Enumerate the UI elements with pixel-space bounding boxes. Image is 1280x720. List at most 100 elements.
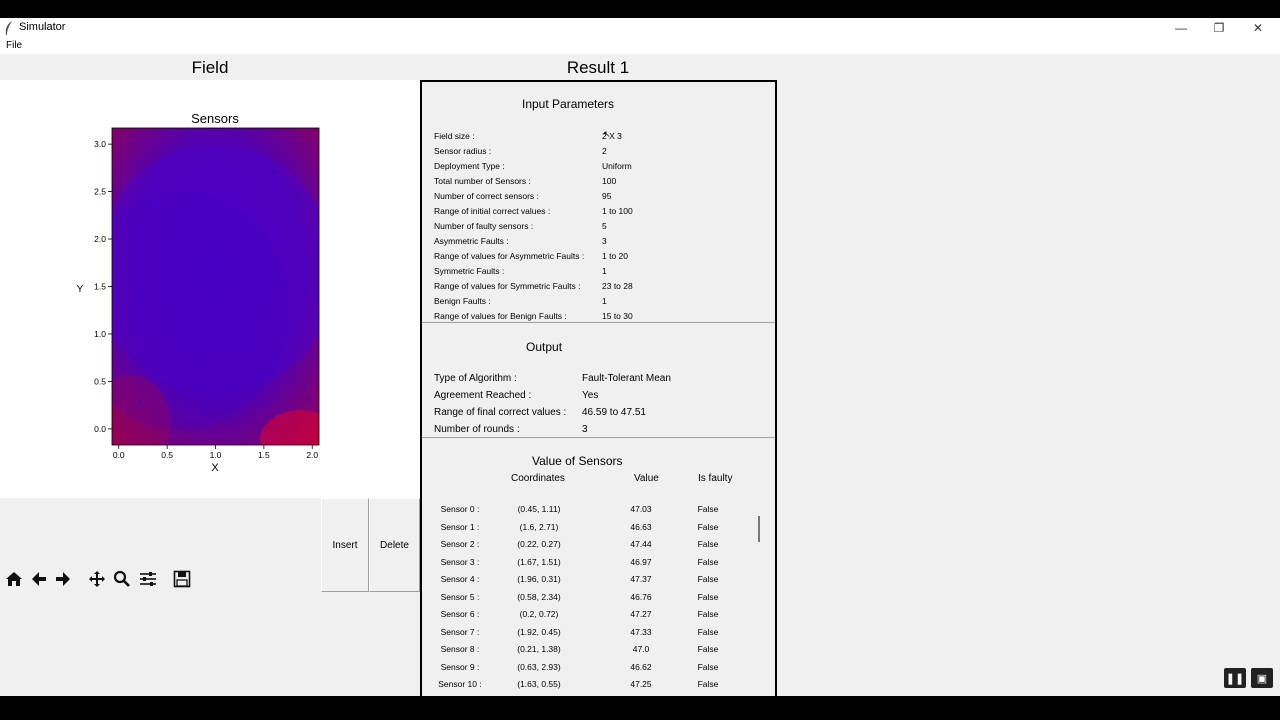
screen-top-bar <box>0 0 1280 18</box>
param-label: Field size : <box>434 131 475 141</box>
screen-bottom-bar <box>0 696 1280 720</box>
sensor-point <box>272 170 276 174</box>
save-icon[interactable] <box>171 568 193 590</box>
feather-icon <box>5 21 12 35</box>
sensor-point <box>138 401 142 405</box>
y-tick-label: 0.0 <box>94 424 106 434</box>
param-label: Benign Faults : <box>434 296 491 306</box>
param-label: Number of correct sensors : <box>434 191 539 201</box>
param-label: Deployment Type : <box>434 161 505 171</box>
field-plot-area: Sensors 0.0 0.5 1.0 1.5 2.0 0.0 0.5 1.0 1.5 2.0 2… <box>0 80 420 498</box>
sensors-plot[interactable]: Sensors 0.0 0.5 1.0 1.5 2.0 0.0 0.5 1.0 1.5 2.0 2… <box>0 80 420 498</box>
sensor-coordinates: (1.63, 0.55) <box>517 679 561 689</box>
output-label: Type of Algorithm : <box>434 373 517 384</box>
sensor-name: Sensor 6 : <box>440 609 480 619</box>
output-value: 3 <box>582 424 588 435</box>
sensor-coordinates: (1.92, 0.45) <box>517 626 561 637</box>
sensor-point <box>160 322 164 326</box>
coverage-region <box>112 190 290 430</box>
sensor-faulty: False <box>697 661 719 672</box>
divider <box>422 437 775 438</box>
field-title: Field <box>191 58 229 77</box>
result-panel: Input Parameters Field size :2 X 3 Sensor… <box>420 80 777 696</box>
sensor-faulty: False <box>697 556 719 567</box>
pan-icon[interactable] <box>86 568 108 590</box>
y-tick-label: 1.0 <box>94 329 106 339</box>
close-button[interactable]: ✕ <box>1240 18 1276 38</box>
sensor-name: Sensor 8 : <box>440 644 480 654</box>
param-value: 1 to 20 <box>602 251 628 261</box>
sensor-name: Sensor 10 : <box>438 679 482 689</box>
result-title: Result 1 <box>566 58 630 77</box>
insert-button[interactable]: Insert <box>321 498 369 592</box>
param-label: Number of faulty sensors : <box>434 221 534 231</box>
sensor-point <box>278 284 282 288</box>
sensor-faulty: False <box>697 644 719 654</box>
output-value: Yes <box>582 390 599 401</box>
param-label: Symmetric Faults : <box>434 266 505 276</box>
param-label: Range of values for Symmetric Faults : <box>434 281 581 291</box>
picture-in-picture-button[interactable]: ▣ <box>1251 668 1273 688</box>
sensor-point <box>306 397 310 401</box>
param-label: Asymmetric Faults : <box>434 236 509 246</box>
output-label: Number of rounds : <box>434 424 520 435</box>
pause-button[interactable]: ❚❚ <box>1224 668 1246 688</box>
output-value: 46.59 to 47.51 <box>582 407 646 418</box>
sensors-title: Value of Sensors <box>532 454 623 468</box>
sensor-coordinates: (1.6, 2.71) <box>519 521 559 532</box>
forward-arrow-icon[interactable] <box>52 568 74 590</box>
output-label: Agreement Reached : <box>434 390 532 401</box>
sensor-faulty: False <box>697 574 719 584</box>
output-label: Range of final correct values : <box>434 407 567 418</box>
param-label: Total number of Sensors : <box>434 176 531 186</box>
y-tick-label: 3.0 <box>94 139 106 149</box>
sensor-faulty: False <box>697 521 719 532</box>
simulator-window: Simulator — ❐ ✕ File Field Result 1 Sens… <box>0 18 1280 696</box>
y-tick-label: 1.5 <box>94 282 106 292</box>
sensor-point <box>302 384 306 388</box>
x-tick-label: 2.0 <box>306 450 318 460</box>
x-tick-label: 0.5 <box>161 450 173 460</box>
back-arrow-icon[interactable] <box>28 568 50 590</box>
param-value: 100 <box>602 176 617 186</box>
sensor-name: Sensor 4 : <box>440 574 480 584</box>
param-value: 23 to 28 <box>602 281 633 291</box>
sensor-point <box>136 359 140 363</box>
menu-file[interactable]: File <box>6 40 22 51</box>
configure-icon[interactable] <box>137 568 159 590</box>
sensor-coordinates: (1.67, 1.51) <box>517 556 561 567</box>
minimize-button[interactable]: — <box>1163 18 1199 38</box>
coordinates-header: Coordinates <box>511 473 565 484</box>
param-value: 1 to 100 <box>602 206 633 216</box>
sensor-name: Sensor 5 : <box>440 591 480 602</box>
sensor-coordinates: (0.21, 1.38) <box>517 644 561 654</box>
param-label: Range of values for Asymmetric Faults : <box>434 251 585 261</box>
title-bar: Simulator — ❐ ✕ <box>0 18 1280 38</box>
scrollbar[interactable] <box>758 516 760 542</box>
sensor-coordinates: (1.96, 0.31) <box>517 574 561 584</box>
param-value: 1 <box>602 266 607 276</box>
param-value: 95 <box>602 191 612 201</box>
sensor-faulty: False <box>697 591 719 602</box>
mouse-cursor-icon: ↖ <box>603 129 611 139</box>
x-tick-label: 1.5 <box>258 450 270 460</box>
param-label: Sensor radius : <box>434 146 492 156</box>
y-axis-label: Y <box>77 284 84 295</box>
restore-button[interactable]: ❐ <box>1201 18 1237 38</box>
sensor-faulty: False <box>697 679 719 689</box>
sensor-faulty: False <box>697 609 719 619</box>
plot-title: Sensors <box>191 111 239 126</box>
param-label: Range of initial correct values : <box>434 206 551 216</box>
delete-button[interactable]: Delete <box>369 498 420 592</box>
param-label: Range of values for Benign Faults : <box>434 311 567 321</box>
home-icon[interactable] <box>3 568 25 590</box>
input-parameters-title: Input Parameters <box>522 97 615 111</box>
faulty-region <box>260 410 319 445</box>
zoom-icon[interactable] <box>111 568 133 590</box>
sensor-faulty: False <box>697 504 719 514</box>
param-value: 5 <box>602 221 607 231</box>
param-value: 1 <box>602 296 607 306</box>
param-value: Uniform <box>602 161 632 171</box>
y-tick-label: 2.0 <box>94 234 106 244</box>
sensor-name: Sensor 2 : <box>440 539 480 549</box>
